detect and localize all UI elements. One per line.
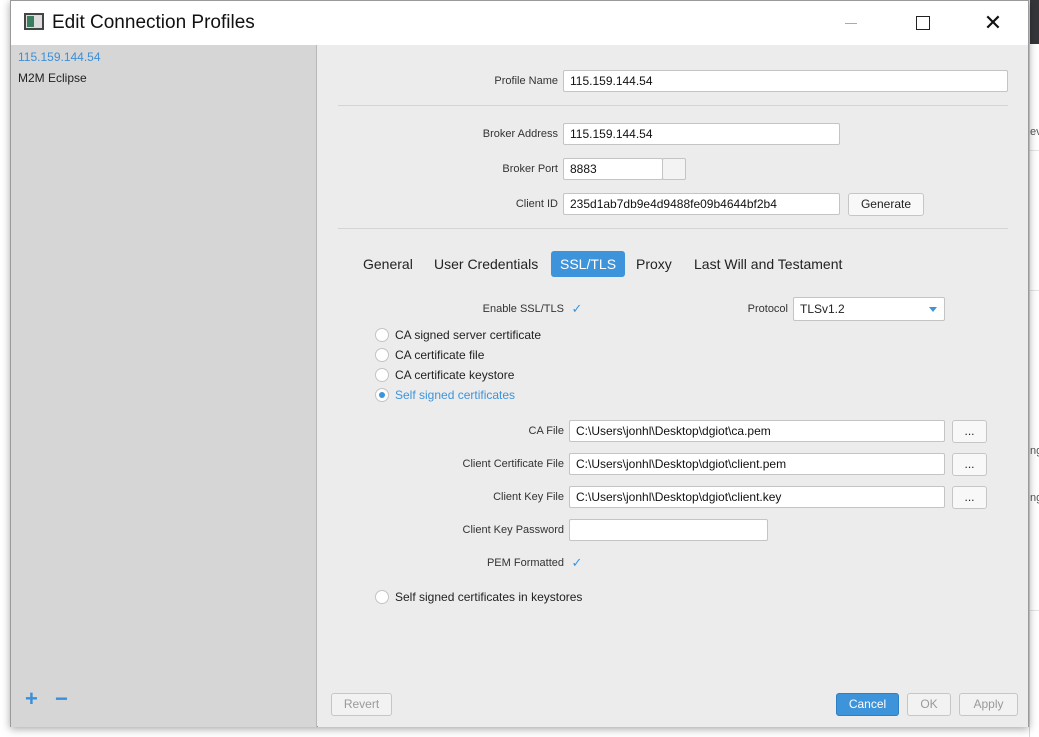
ca-file-label: CA File xyxy=(528,425,564,437)
close-icon: ✕ xyxy=(983,10,1003,35)
add-profile-button[interactable]: + xyxy=(25,688,38,710)
ca-file-browse-button[interactable]: ... xyxy=(952,420,987,443)
radio-ca-certificate-file[interactable]: CA certificate file xyxy=(375,347,484,363)
client-id-input[interactable]: 235d1ab7db9e4d9488fe09b4644bf2b4 xyxy=(563,193,840,215)
pem-formatted-checkbox[interactable]: ✓ xyxy=(570,556,584,570)
tab-general[interactable]: General xyxy=(363,251,413,277)
client-certificate-browse-button[interactable]: ... xyxy=(952,453,987,476)
title-bar: Edit Connection Profiles ✕ xyxy=(11,1,1028,45)
cancel-button[interactable]: Cancel xyxy=(836,693,899,716)
pem-formatted-label: PEM Formatted xyxy=(486,557,564,569)
revert-button[interactable]: Revert xyxy=(331,693,392,716)
client-certificate-input[interactable]: C:\Users\jonhl\Desktop\dgiot\client.pem xyxy=(569,453,945,475)
profile-name-label: Profile Name xyxy=(494,75,558,87)
radio-button[interactable] xyxy=(375,368,389,382)
background-topbar xyxy=(1030,0,1039,44)
profile-editor: Profile Name 115.159.144.54 Broker Addre… xyxy=(318,45,1028,727)
client-certificate-label: Client Certificate File xyxy=(462,458,564,470)
tab-proxy[interactable]: Proxy xyxy=(636,251,672,277)
radio-label: Self signed certificates xyxy=(395,388,516,402)
ok-button[interactable]: OK xyxy=(907,693,951,716)
minimize-button[interactable] xyxy=(828,1,874,45)
radio-self-signed-keystores[interactable]: Self signed certificates in keystores xyxy=(375,589,582,605)
profile-item-selected[interactable]: 115.159.144.54 xyxy=(18,50,101,64)
client-key-label: Client Key File xyxy=(493,491,564,503)
background-text: ng xyxy=(1030,492,1039,504)
generate-button[interactable]: Generate xyxy=(848,193,924,216)
radio-label: CA signed server certificate xyxy=(395,328,542,342)
protocol-select[interactable]: TLSv1.2 xyxy=(793,297,945,321)
tab-ssl-tls[interactable]: SSL/TLS xyxy=(551,251,626,277)
background-divider xyxy=(1030,150,1039,151)
radio-label: Self signed certificates in keystores xyxy=(395,590,583,604)
broker-address-input[interactable]: 115.159.144.54 xyxy=(563,123,840,145)
client-key-browse-button[interactable]: ... xyxy=(952,486,987,509)
radio-ca-certificate-keystore[interactable]: CA certificate keystore xyxy=(375,367,514,383)
broker-port-spinner[interactable] xyxy=(662,158,686,180)
maximize-icon xyxy=(916,16,930,30)
broker-port-input[interactable]: 8883 xyxy=(563,158,663,180)
client-key-password-input[interactable] xyxy=(569,519,768,541)
enable-ssl-label: Enable SSL/TLS xyxy=(482,303,564,315)
remove-profile-button[interactable]: − xyxy=(55,688,68,710)
client-key-password-label: Client Key Password xyxy=(462,524,565,536)
minimize-icon xyxy=(845,22,857,24)
background-divider xyxy=(1030,290,1039,291)
window-title: Edit Connection Profiles xyxy=(52,12,255,33)
broker-address-label: Broker Address xyxy=(482,128,558,140)
client-id-label: Client ID xyxy=(515,198,558,210)
background-divider xyxy=(1030,610,1039,611)
radio-button[interactable] xyxy=(375,328,389,342)
tab-user-credentials[interactable]: User Credentials xyxy=(434,251,538,277)
broker-port-label: Broker Port xyxy=(502,163,558,175)
ca-file-input[interactable]: C:\Users\jonhl\Desktop\dgiot\ca.pem xyxy=(569,420,945,442)
profile-list: 115.159.144.54 M2M Eclipse + − xyxy=(11,45,317,727)
apply-button[interactable]: Apply xyxy=(959,693,1018,716)
enable-ssl-checkbox[interactable]: ✓ xyxy=(570,302,584,316)
radio-label: CA certificate keystore xyxy=(395,368,515,382)
close-button[interactable]: ✕ xyxy=(970,1,1016,45)
divider xyxy=(338,228,1008,229)
protocol-value: TLSv1.2 xyxy=(800,302,845,316)
tab-last-will[interactable]: Last Will and Testament xyxy=(694,251,842,277)
client-key-input[interactable]: C:\Users\jonhl\Desktop\dgiot\client.key xyxy=(569,486,945,508)
background-window: ev ng ng xyxy=(1029,0,1039,737)
chevron-down-icon xyxy=(929,307,937,312)
background-text: ev xyxy=(1030,126,1039,138)
protocol-label: Protocol xyxy=(747,303,788,315)
radio-self-signed-certificates[interactable]: Self signed certificates xyxy=(375,387,515,403)
radio-label: CA certificate file xyxy=(395,348,485,362)
divider xyxy=(338,105,1008,106)
app-icon xyxy=(24,13,44,30)
background-text: ng xyxy=(1030,445,1039,457)
profile-item[interactable]: M2M Eclipse xyxy=(18,71,87,85)
radio-button[interactable] xyxy=(375,348,389,362)
edit-connection-profiles-window: Edit Connection Profiles ✕ 115.159.144.5… xyxy=(10,0,1029,727)
radio-button-selected[interactable] xyxy=(375,388,389,402)
maximize-button[interactable] xyxy=(900,1,946,45)
profile-name-input[interactable]: 115.159.144.54 xyxy=(563,70,1008,92)
radio-ca-signed-server[interactable]: CA signed server certificate xyxy=(375,327,541,343)
radio-button[interactable] xyxy=(375,590,389,604)
